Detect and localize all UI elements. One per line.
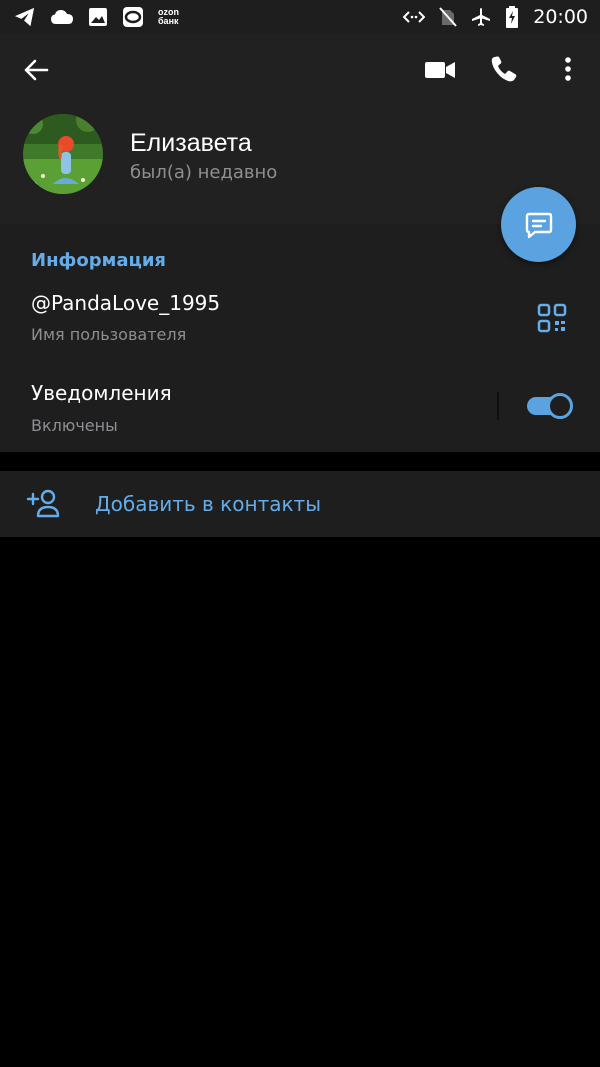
phone-icon[interactable] [489, 54, 519, 84]
add-user-icon [26, 489, 60, 518]
gallery-icon [89, 8, 107, 26]
more-vert-icon[interactable] [557, 54, 579, 84]
notifications-title[interactable]: Уведомления [31, 381, 172, 405]
send-message-button[interactable] [501, 187, 576, 262]
avatar-photo [23, 114, 103, 194]
username-label: Имя пользователя [31, 325, 187, 344]
notifications-toggle[interactable] [527, 393, 573, 419]
profile-header: Елизавета был(а) недавно [0, 34, 600, 224]
status-left-icons: ozon банк [14, 6, 179, 28]
data-arrows-icon [403, 11, 426, 23]
add-to-contacts-label: Добавить в контакты [95, 492, 321, 516]
video-call-icon[interactable] [424, 56, 456, 84]
notifications-status: Включены [31, 416, 118, 435]
cloud-icon [51, 10, 73, 24]
avatar[interactable] [23, 114, 103, 194]
ozon-bank-bottom: банк [158, 16, 179, 26]
airplane-icon [472, 8, 491, 26]
message-icon [525, 212, 552, 238]
info-section-title: Информация [31, 250, 166, 271]
info-section: Информация @PandaLove_1995 Имя пользоват… [0, 224, 600, 452]
battery-charging-icon [506, 6, 519, 28]
status-time: 20:00 [533, 6, 588, 28]
toggle-thumb [547, 393, 573, 419]
telegram-icon [15, 7, 35, 27]
add-to-contacts-row[interactable]: Добавить в контакты [0, 471, 600, 537]
status-right-icons: 20:00 [403, 6, 588, 28]
ozon-bank-icon: ozon банк [158, 8, 179, 26]
last-seen-status: был(а) недавно [130, 162, 278, 183]
no-sim-icon [439, 7, 457, 27]
status-bar: ozon банк 20:00 [0, 0, 600, 34]
username-value[interactable]: @PandaLove_1995 [31, 291, 220, 315]
notifications-divider [497, 392, 499, 420]
back-arrow-icon[interactable] [22, 56, 50, 84]
qr-code-icon[interactable] [537, 303, 567, 333]
profile-name: Елизавета [130, 129, 252, 157]
o-app-icon [123, 7, 143, 27]
